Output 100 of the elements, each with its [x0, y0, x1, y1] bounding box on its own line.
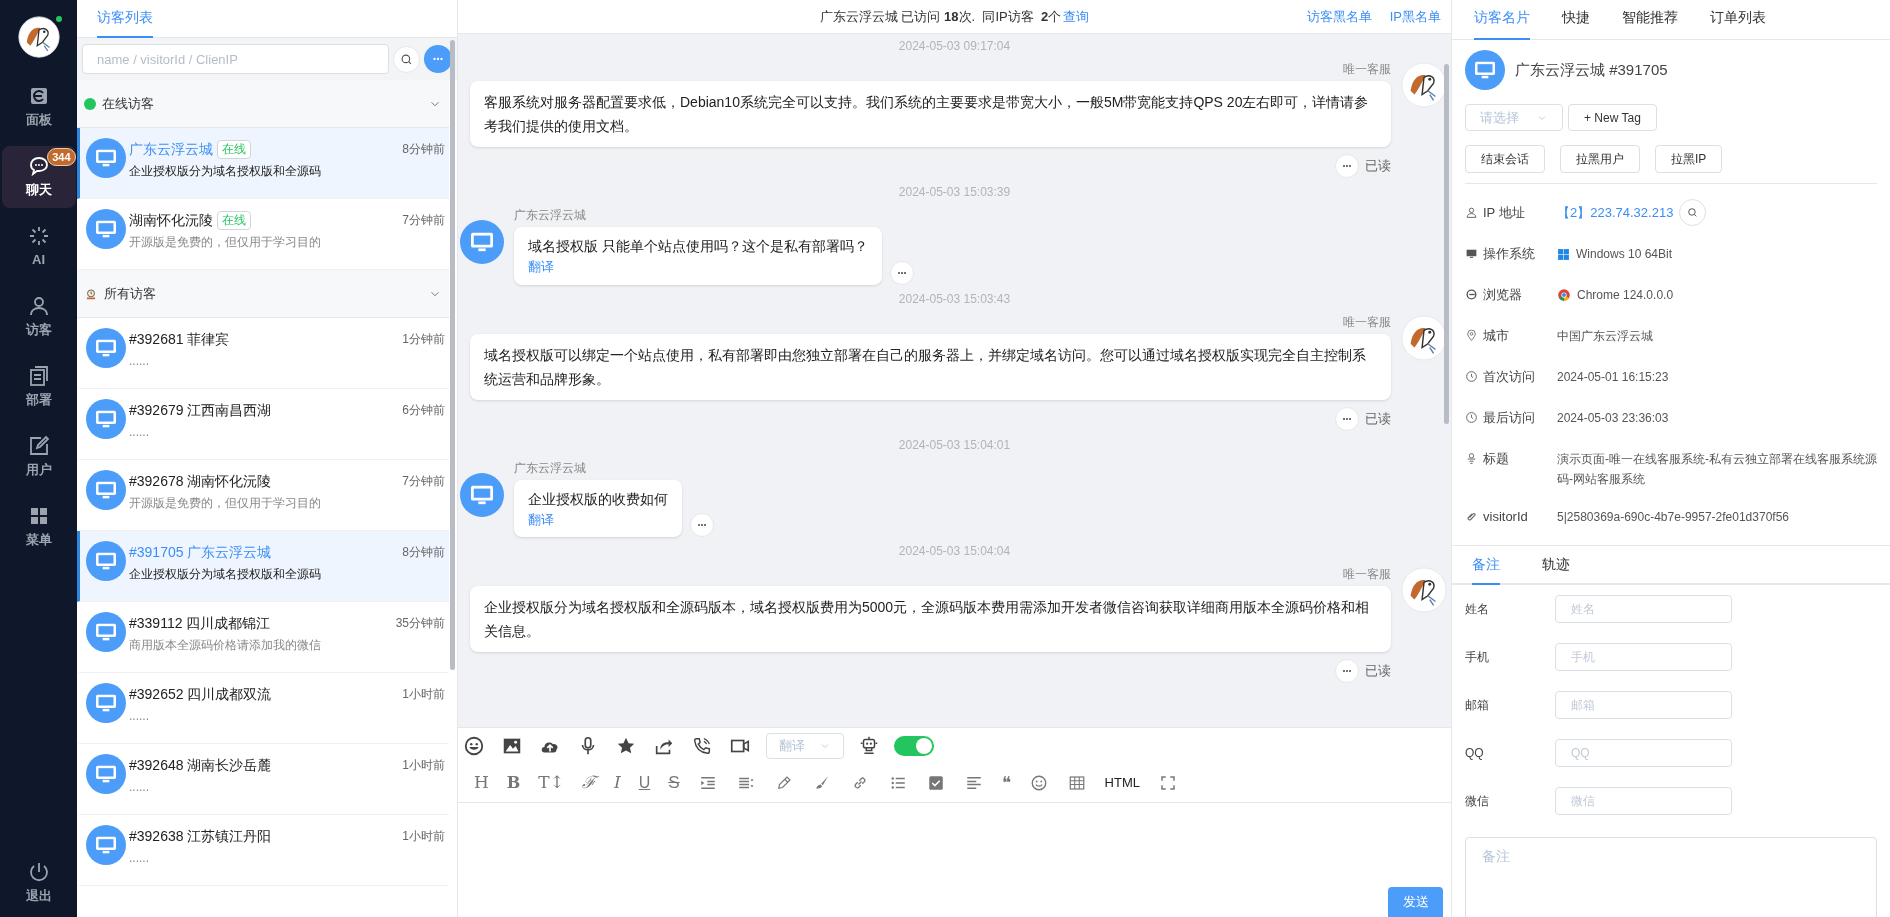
field-label: 首次访问 [1483, 368, 1535, 386]
visitor-row[interactable]: #391705 广东云浮云城 8分钟前 企业授权版分为域名授权版和全源码 [77, 531, 449, 602]
group-header[interactable]: 在线访客 [77, 80, 449, 128]
visitor-row[interactable]: #339112 四川成都锦江 35分钟前 商用版本全源码价格请添加我的微信 [77, 602, 449, 673]
profile-tab[interactable]: 快捷 [1562, 7, 1590, 40]
nav-item[interactable]: AI [1, 216, 76, 278]
visitor-row[interactable]: #392681 菲律宾 1分钟前 ...... [77, 318, 449, 389]
field-label: 最后访问 [1483, 409, 1535, 427]
action-button[interactable]: 拉黑用户 [1560, 145, 1640, 173]
input-field[interactable]: 姓名 [1555, 595, 1732, 623]
browser-icon [1465, 288, 1478, 302]
field-value: Windows 10 64Bit [1576, 246, 1673, 263]
visitor-row[interactable]: #392638 江苏镇江丹阳 1小时前 ...... [77, 815, 449, 886]
visitor-name: #392681 菲律宾 [129, 329, 230, 349]
nav-item[interactable]: 聊天 344 [1, 146, 76, 208]
field-label: QQ [1465, 745, 1485, 762]
visitor-name: #392638 江苏镇江丹阳 [129, 826, 272, 846]
format-button[interactable]: T↕ [538, 774, 564, 791]
message-preview: 商用版本全源码价格请添加我的微信 [129, 637, 322, 654]
input-field[interactable]: QQ [1555, 739, 1732, 767]
input-field[interactable]: 邮箱 [1555, 691, 1732, 719]
note-tab[interactable]: 轨迹 [1542, 554, 1570, 585]
visit-summary: 广东云浮云城 已访问 18次. 同IP访客 2个 [819, 7, 1062, 26]
nav-item[interactable]: 面板 [1, 76, 76, 138]
field-label: 姓名 [1465, 601, 1490, 618]
count-badge: 344 [47, 148, 76, 166]
new-tag-button[interactable]: + New Tag [1568, 104, 1657, 131]
field-label: 操作系统 [1483, 245, 1535, 263]
format-button[interactable]: H [474, 774, 489, 791]
visitor-row[interactable]: #392652 四川成都双流 1小时前 ...... [77, 673, 449, 744]
bird-avatar-icon [1401, 567, 1447, 613]
smiley-icon [1029, 773, 1048, 792]
profile-tab[interactable]: 订单列表 [1710, 7, 1766, 40]
note-field[interactable]: 备注 [1465, 837, 1877, 917]
nav-item[interactable]: 用户 [1, 426, 76, 488]
input-field[interactable]: 手机 [1555, 643, 1732, 671]
sender-name: 唯一客服 [1343, 61, 1391, 78]
format-button[interactable]: B [506, 774, 521, 791]
format-button[interactable]: HTML [1104, 776, 1140, 789]
time-ago: 1小时前 [402, 828, 445, 845]
monitor-avatar-icon [86, 825, 126, 865]
note-tab[interactable]: 备注 [1472, 554, 1500, 585]
visitor-row[interactable]: #392679 江西南昌西湖 6分钟前 ...... [77, 389, 449, 460]
action-button[interactable]: 拉黑IP [1655, 145, 1723, 173]
monitor-avatar-icon [460, 220, 504, 264]
sender-name: 广东云浮云城 [514, 459, 586, 477]
visitor-name: 湖南怀化沅陵 [129, 210, 213, 230]
visitor-row[interactable]: #392648 湖南长沙岳麓 1小时前 ...... [77, 744, 449, 815]
message-text: 企业授权版的收费如何 [528, 489, 668, 509]
search-button[interactable] [393, 45, 420, 73]
time-ago: 7分钟前 [402, 473, 445, 490]
time-ago: 1分钟前 [402, 331, 445, 348]
field-value: 中国广东云浮云城 [1557, 328, 1653, 345]
visitor-name: #339112 四川成都锦江 [129, 613, 271, 633]
fullscreen-icon [1158, 773, 1177, 792]
blacklist-link[interactable]: IP黑名单 [1389, 6, 1441, 27]
format-button[interactable]: S [668, 774, 680, 791]
time-ago: 6分钟前 [402, 402, 445, 419]
time-ago: 7分钟前 [402, 212, 445, 229]
message-bubble: 客服系统对服务器配置要求低，Debian10系统完全可以支持。我们系统的主要要求是带宽大小，一般5M带宽能支持QPS 20左右即可，详情请参考我们提供的使用文档。 [470, 81, 1391, 147]
message-preview: ...... [129, 353, 150, 370]
message-text: 域名授权版 只能单个站点使用吗？这个是私有部署吗？ [528, 237, 868, 256]
message-preview: ...... [129, 850, 150, 867]
online-tag: 在线 [217, 210, 251, 230]
format-button[interactable]: I [613, 774, 621, 791]
action-button[interactable]: 结束会话 [1465, 145, 1545, 173]
field-label: 邮箱 [1465, 697, 1490, 714]
nav-item[interactable]: 访客 [1, 286, 76, 348]
monitor-avatar-icon [86, 399, 126, 439]
profile-tab[interactable]: 智能推荐 [1622, 7, 1678, 40]
robot-icon [858, 734, 880, 757]
format-button[interactable]: U [638, 774, 651, 791]
field-value: 5|2580369a-690c-4b7e-9957-2fe01d370f56 [1557, 509, 1789, 526]
message-preview: 开源版是免费的，但仅用于学习目的 [129, 495, 322, 512]
more-button[interactable] [424, 45, 452, 73]
browser-logo-icon [1557, 288, 1571, 302]
toggle-switch[interactable] [894, 735, 934, 756]
nav-item[interactable]: 菜单 [1, 496, 76, 558]
format-button[interactable]: ❝ [1001, 774, 1011, 791]
field-label: 标题 [1483, 450, 1509, 468]
nav-item[interactable]: 部署 [1, 356, 76, 418]
group-header[interactable]: 所有访客 [77, 270, 449, 318]
read-status: 已读 [1365, 157, 1391, 176]
visitor-name: #392679 江西南昌西湖 [129, 400, 272, 420]
paperclip-icon [1465, 510, 1478, 524]
timestamp: 2024-05-03 15:04:01 [898, 436, 1011, 454]
timestamp: 2024-05-03 15:03:39 [898, 184, 1011, 201]
monitor-icon [1465, 247, 1478, 261]
table-icon [1067, 773, 1086, 792]
visitor-title: 广东云浮云城 #391705 [1515, 59, 1668, 80]
logout-button[interactable]: 退出 [25, 859, 52, 905]
visitor-row[interactable]: 广东云浮云城 在线 8分钟前 企业授权版分为域名授权版和全源码 [77, 128, 449, 199]
field-value: 演示页面-唯一在线客服系统-私有云独立部署在线客服系统源码-网站客服系统 [1557, 451, 1878, 488]
logo-icon [17, 16, 60, 58]
sender-name: 唯一客服 [1343, 313, 1391, 331]
input-field[interactable]: 微信 [1555, 787, 1732, 815]
visitor-name: #392652 四川成都双流 [129, 684, 272, 704]
search-field[interactable]: name / visitorId / ClienIP [82, 44, 389, 74]
monitor-avatar-icon [86, 209, 126, 249]
time-ago: 1小时前 [402, 686, 445, 703]
